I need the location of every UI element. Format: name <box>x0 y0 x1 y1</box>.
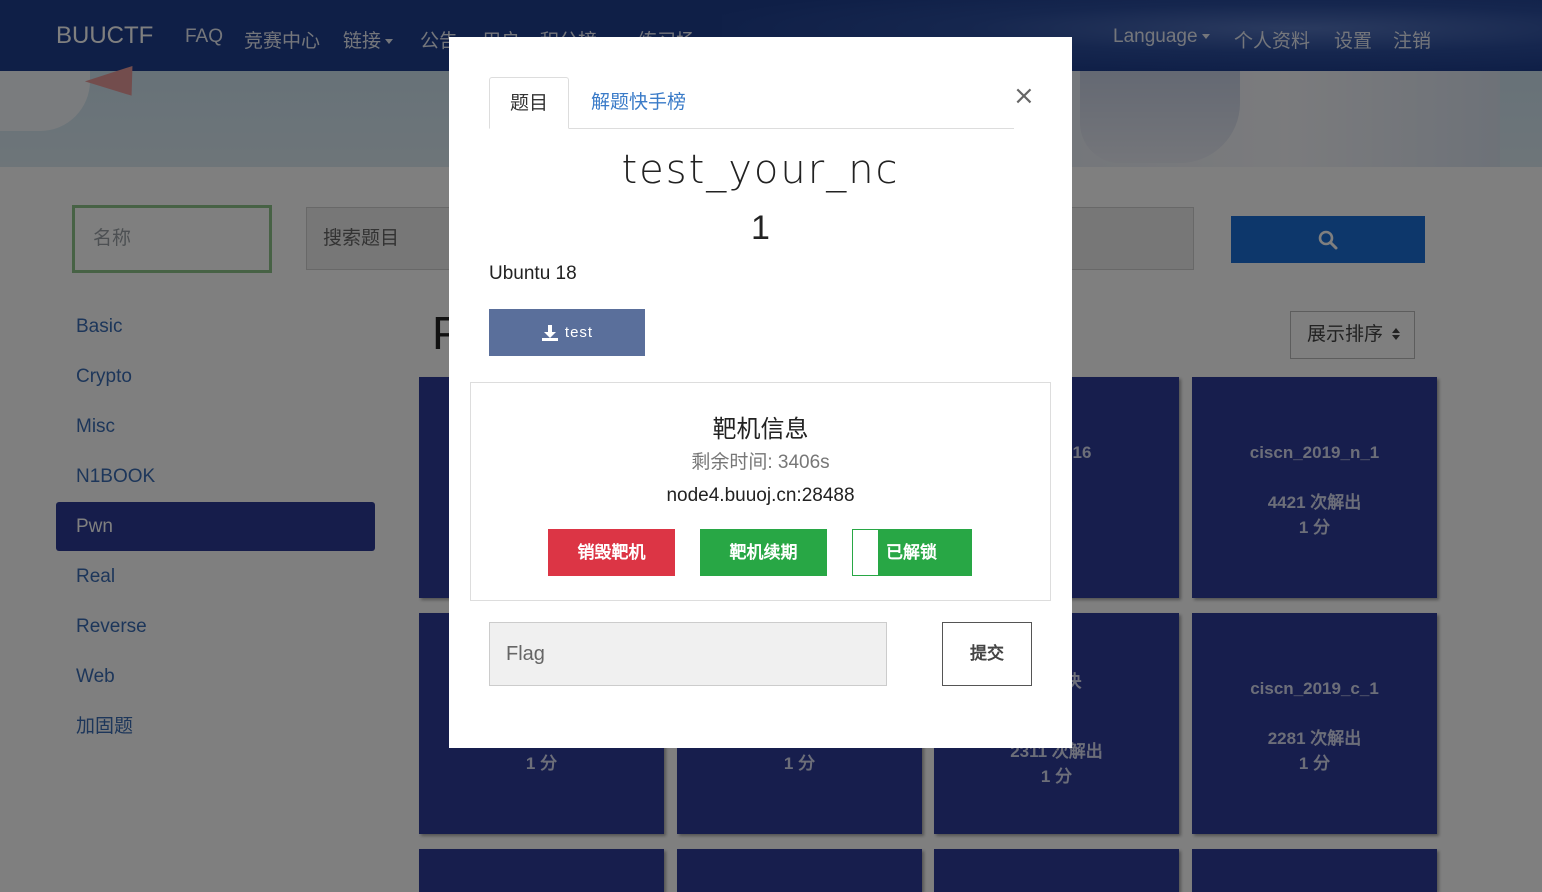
flag-input[interactable]: Flag <box>489 622 887 686</box>
tab-challenge[interactable]: 题目 <box>489 77 570 129</box>
download-attachment-label: test <box>564 324 594 341</box>
instance-info-title: 靶机信息 <box>712 416 809 443</box>
destroy-instance-button[interactable]: 销毁靶机 <box>548 529 675 576</box>
download-attachment-button[interactable]: test <box>489 309 645 356</box>
toggle-knob <box>853 530 878 575</box>
tab-solve-ranking[interactable]: 解题快手榜 <box>571 77 706 129</box>
challenge-description: Ubuntu 18 <box>489 263 577 284</box>
challenge-score: 1 <box>751 209 770 247</box>
download-icon <box>541 324 558 341</box>
instance-address: node4.buuoj.cn:28488 <box>666 485 855 506</box>
renew-instance-button[interactable]: 靶机续期 <box>700 529 827 576</box>
unlocked-toggle[interactable]: 已解锁 <box>852 529 972 576</box>
submit-flag-button[interactable]: 提交 <box>942 622 1032 686</box>
modal-tabs: 题目 解题快手榜 <box>489 77 1014 129</box>
instance-remaining-time: 剩余时间: 3406s <box>691 452 830 473</box>
close-icon[interactable]: × <box>1013 81 1035 111</box>
instance-info-panel: 靶机信息 剩余时间: 3406s node4.buuoj.cn:28488 销毁… <box>470 382 1051 601</box>
unlocked-toggle-label: 已解锁 <box>886 543 937 562</box>
challenge-name: test_your_nc <box>621 147 900 193</box>
challenge-modal: 题目 解题快手榜 × test_your_nc 1 Ubuntu 18 test… <box>449 37 1072 748</box>
